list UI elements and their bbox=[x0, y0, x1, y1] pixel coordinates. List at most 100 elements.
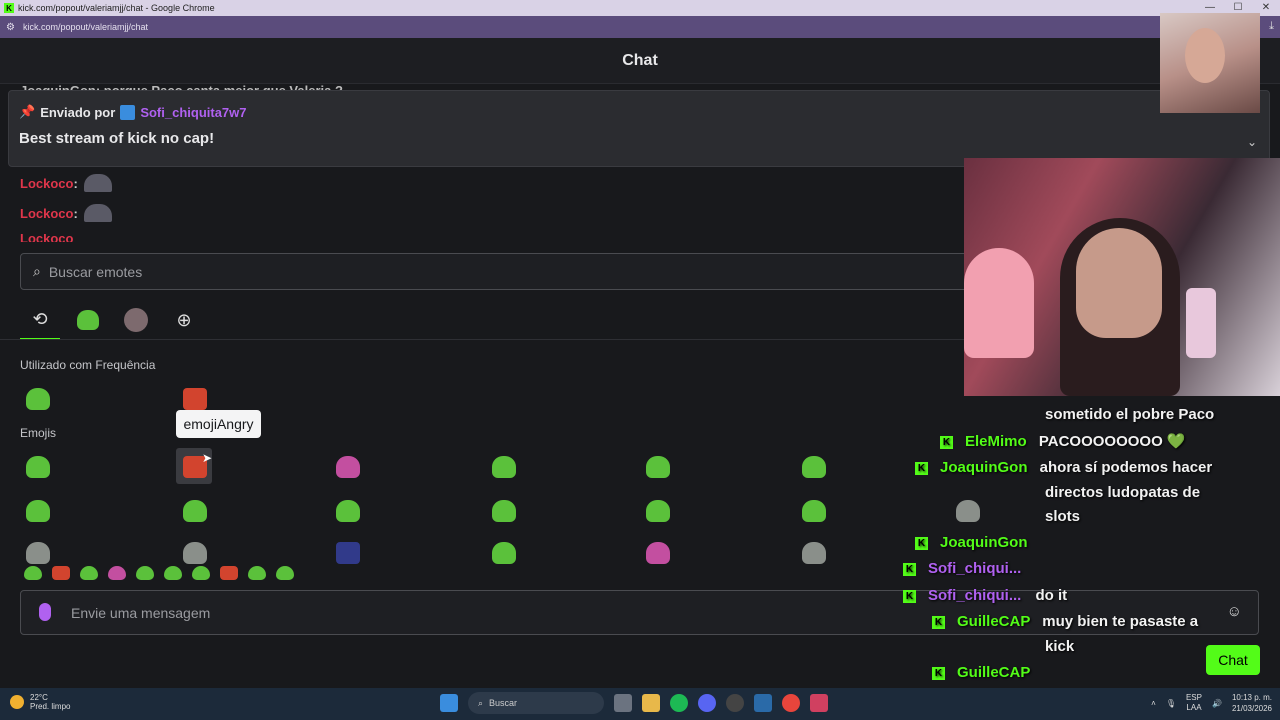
chat-username[interactable]: Lockoco bbox=[20, 176, 73, 191]
chat-username[interactable]: Lockoco bbox=[20, 234, 73, 242]
emote-button[interactable] bbox=[80, 566, 98, 580]
emote-button[interactable] bbox=[248, 566, 266, 580]
overlay-chat-text: slots bbox=[1045, 508, 1081, 525]
overlay-chat-line: K GuilleCAP bbox=[932, 664, 1030, 681]
address-bar[interactable]: ⚙ kick.com/popout/valeriamjj/chat bbox=[0, 16, 1280, 38]
overlay-chat-line: sometido el pobre Paco bbox=[1045, 406, 1214, 423]
emote-button[interactable] bbox=[646, 456, 670, 478]
webcam-overlay-main bbox=[964, 158, 1280, 396]
overlay-chat-text: directos ludopatas de bbox=[1045, 484, 1201, 501]
overlay-chat-username: Sofi_chiqui... bbox=[928, 587, 1022, 604]
tab-kick-emotes[interactable] bbox=[68, 300, 108, 340]
pinned-username[interactable]: Sofi_chiquita7w7 bbox=[140, 105, 246, 120]
emote-button[interactable] bbox=[276, 566, 294, 580]
clock[interactable]: 10:13 p. m. 21/03/2026 bbox=[1232, 692, 1272, 714]
recent-icon: ⟲ bbox=[32, 308, 48, 329]
chat-send-button[interactable]: Chat bbox=[1206, 645, 1260, 675]
pinned-prefix: Enviado por bbox=[40, 104, 116, 120]
taskbar-apps: ⌕ Buscar bbox=[440, 692, 828, 714]
chevron-down-icon[interactable]: ⌄ bbox=[1247, 135, 1257, 149]
speaker-icon[interactable]: 🔊 bbox=[1212, 699, 1222, 708]
kick-badge-icon: K bbox=[903, 589, 916, 603]
language-layout: LAA bbox=[1186, 703, 1202, 712]
microphone-icon[interactable]: 🎙 bbox=[1166, 699, 1176, 708]
chat-message: Lockoco : bbox=[20, 174, 112, 192]
emote-button[interactable] bbox=[492, 500, 516, 522]
emote-button[interactable] bbox=[24, 566, 42, 580]
chevron-up-icon[interactable]: ˄ bbox=[1151, 699, 1156, 708]
kick-badge-icon: K bbox=[915, 536, 928, 550]
emote-button[interactable] bbox=[26, 456, 50, 478]
kick-badge-icon: K bbox=[940, 435, 953, 449]
overlay-chat-line: K EleMimo PACOOOOOOOO 💚 bbox=[940, 432, 1186, 450]
emote-button[interactable] bbox=[802, 500, 826, 522]
emoji-picker-icon[interactable]: ☺ bbox=[1227, 603, 1242, 620]
emote-button[interactable] bbox=[646, 542, 670, 564]
spotify-icon[interactable] bbox=[670, 694, 688, 712]
webcam-face bbox=[1185, 28, 1225, 83]
taskbar-search[interactable]: ⌕ Buscar bbox=[468, 692, 604, 714]
emote-button[interactable] bbox=[183, 500, 207, 522]
webcam-face bbox=[1076, 228, 1162, 338]
windows-start-icon[interactable] bbox=[440, 694, 458, 712]
emote-button[interactable] bbox=[183, 388, 207, 410]
overlay-chat-line: kick bbox=[1045, 638, 1074, 655]
emote-button[interactable] bbox=[492, 542, 516, 564]
app-icon[interactable] bbox=[810, 694, 828, 712]
emote-search-input[interactable]: ⌕ Buscar emotes bbox=[20, 253, 980, 290]
overlay-chat-line: K Sofi_chiqui... bbox=[903, 560, 1021, 577]
emote-button[interactable] bbox=[220, 566, 238, 580]
emote-button[interactable] bbox=[108, 566, 126, 580]
chat-username[interactable]: Lockoco bbox=[20, 206, 73, 221]
pinned-sender: 📌 Enviado por Sofi_chiquita7w7 bbox=[19, 104, 247, 120]
emote-button[interactable] bbox=[492, 456, 516, 478]
emote-button[interactable] bbox=[956, 500, 980, 522]
task-view-icon[interactable] bbox=[614, 694, 632, 712]
emote-button[interactable] bbox=[52, 566, 70, 580]
plush-doll bbox=[964, 248, 1034, 358]
overlay-chat-line: K GuilleCAP muy bien te pasaste a bbox=[932, 613, 1198, 630]
tab-global[interactable]: ⊕ bbox=[164, 300, 204, 340]
kick-logo-icon: K bbox=[4, 3, 14, 13]
app-icon[interactable] bbox=[726, 694, 744, 712]
site-info-icon[interactable]: ⚙ bbox=[6, 22, 15, 33]
emote-button[interactable] bbox=[646, 500, 670, 522]
overlay-chat-text: muy bien te pasaste a bbox=[1042, 613, 1199, 630]
emote-button[interactable] bbox=[26, 388, 50, 410]
overlay-chat-line: K JoaquinGon ahora sí podemos hacer bbox=[915, 459, 1212, 476]
pinned-text: Best stream of kick no cap! bbox=[19, 130, 215, 147]
language-indicator[interactable]: ESP LAA bbox=[1186, 693, 1202, 713]
emote-button[interactable] bbox=[336, 500, 360, 522]
emote-button[interactable] bbox=[136, 566, 154, 580]
emote-button[interactable] bbox=[26, 500, 50, 522]
emote-button[interactable] bbox=[802, 542, 826, 564]
tab-recent[interactable]: ⟲ bbox=[20, 300, 60, 340]
emote-button[interactable] bbox=[336, 456, 360, 478]
emote-picker: ⌕ Buscar emotes ⟲ ⊕ bbox=[0, 242, 980, 578]
file-explorer-icon[interactable] bbox=[642, 694, 660, 712]
weather-temp: 22°C bbox=[30, 693, 48, 702]
section-frequent: Utilizado com Frequência bbox=[20, 358, 156, 372]
chat-header: Chat bbox=[0, 38, 1280, 84]
discord-icon[interactable] bbox=[698, 694, 716, 712]
kick-badge-icon: K bbox=[915, 461, 928, 475]
emote-button[interactable] bbox=[183, 542, 207, 564]
emote-button[interactable] bbox=[336, 542, 360, 564]
taskbar-search-label: Buscar bbox=[489, 698, 518, 708]
app-icon[interactable] bbox=[754, 694, 772, 712]
channel-avatar-icon bbox=[124, 308, 148, 332]
chrome-icon[interactable] bbox=[782, 694, 800, 712]
emote-button[interactable] bbox=[164, 566, 182, 580]
global-icon: ⊕ bbox=[176, 309, 192, 330]
overlay-chat-text: PACOOOOOOOO 💚 bbox=[1038, 433, 1186, 450]
download-icon[interactable]: ⤓ bbox=[1269, 20, 1274, 33]
emote-button[interactable] bbox=[802, 456, 826, 478]
microphone-icon[interactable] bbox=[39, 603, 51, 621]
emote-button[interactable] bbox=[26, 542, 50, 564]
emote-button[interactable] bbox=[192, 566, 210, 580]
system-tray: ˄ 🎙 ESP LAA 🔊 10:13 p. m. 21/03/2026 bbox=[1151, 692, 1272, 714]
overlay-chat-line: K JoaquinGon bbox=[915, 534, 1028, 551]
tab-channel[interactable] bbox=[116, 300, 156, 340]
weather-widget[interactable]: 22°C Pred. limpo bbox=[10, 693, 70, 711]
clock-date: 21/03/2026 bbox=[1231, 704, 1272, 713]
